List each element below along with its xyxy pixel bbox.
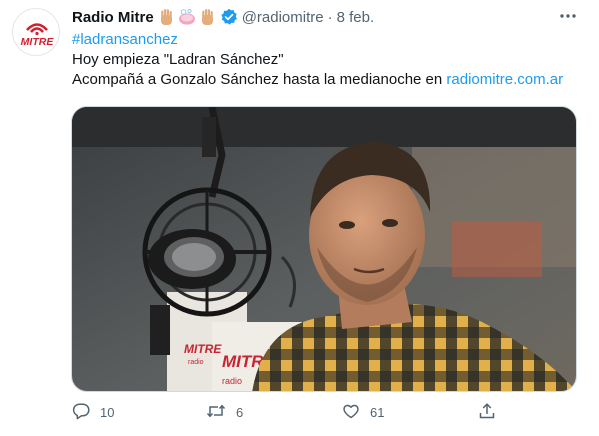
tweet-line-1: Hoy empieza "Ladran Sánchez" [72, 51, 284, 68]
raised-hand-icon [199, 8, 216, 26]
avatar-logo-text: MITRE [21, 36, 55, 48]
share-button[interactable] [478, 402, 496, 423]
heart-icon [342, 402, 360, 423]
retweet-icon [206, 402, 226, 423]
soap-icon [178, 8, 196, 26]
avatar[interactable]: MITRE [12, 8, 60, 56]
dot-separator: · [327, 8, 333, 26]
reply-icon [72, 402, 90, 423]
tweet-photo[interactable]: MITRE radio MITRE radio [71, 106, 577, 392]
tweet-line-2: Acompañá a Gonzalo Sánchez hasta la medi… [72, 71, 447, 88]
man-with-microphone-photo: MITRE radio MITRE radio [72, 107, 576, 391]
website-link[interactable]: radiomitre.com.ar [446, 71, 563, 88]
reply-count: 10 [100, 405, 115, 420]
author-name[interactable]: Radio Mitre [72, 9, 154, 26]
poster-logo-text: MITRE [184, 342, 222, 356]
poster-logo-subtext-large: radio [222, 376, 242, 386]
reply-button[interactable]: 10 [72, 402, 114, 423]
verified-badge-icon [220, 8, 238, 26]
more-options-icon[interactable] [557, 6, 579, 26]
share-icon [478, 402, 496, 423]
tweet[interactable]: MITRE Radio Mitre @radiomitre · 8 feb. #… [0, 0, 599, 436]
tweet-actions: 10 6 61 [72, 402, 512, 424]
tweet-header: Radio Mitre @radiomitre · 8 feb. [72, 7, 374, 27]
like-count: 61 [370, 405, 385, 420]
retweet-button[interactable]: 6 [206, 402, 243, 423]
hashtag-link[interactable]: #ladransanchez [72, 31, 178, 48]
raised-hand-icon [158, 8, 175, 26]
tweet-text: #ladransanchez Hoy empieza "Ladran Sánch… [72, 30, 582, 90]
poster-logo-subtext: radio [188, 359, 204, 366]
tweet-date[interactable]: 8 feb. [337, 9, 375, 26]
author-handle[interactable]: @radiomitre [242, 9, 324, 26]
like-button[interactable]: 61 [342, 402, 384, 423]
retweet-count: 6 [236, 405, 244, 420]
